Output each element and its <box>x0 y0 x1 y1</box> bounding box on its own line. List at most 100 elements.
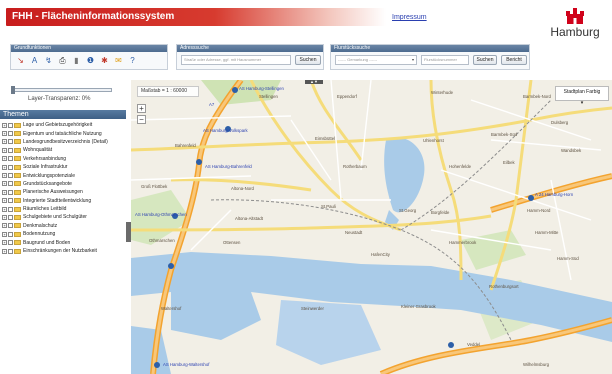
expand-icon[interactable]: + <box>2 181 7 187</box>
basemap-selector-label: Stadtplan Farbig <box>563 89 601 95</box>
folder-icon <box>14 248 21 254</box>
expand-icon[interactable]: + <box>2 189 7 195</box>
flurstueck-number-input[interactable]: Flurstücksnummer <box>421 55 469 65</box>
expand-icon[interactable]: + <box>2 214 7 220</box>
marker-pin-icon[interactable]: ✱ <box>99 55 110 66</box>
address-search-button[interactable]: Suchen <box>295 55 321 65</box>
expand-icon[interactable]: + <box>2 164 7 170</box>
transparency-slider-handle[interactable] <box>11 86 15 94</box>
layer-checkbox[interactable] <box>8 156 13 162</box>
expand-icon[interactable]: + <box>2 231 7 237</box>
expand-icon[interactable]: + <box>2 173 7 179</box>
layer-checkbox[interactable] <box>8 131 13 137</box>
layer-tree-item[interactable]: + Soziale Infrastruktur <box>2 163 124 171</box>
expand-icon[interactable]: + <box>2 198 7 204</box>
layer-tree-item[interactable]: + Bodennutzung <box>2 230 124 238</box>
hamburg-logo[interactable]: Hamburg <box>542 8 608 48</box>
measure-line-icon[interactable]: ↘ <box>15 55 26 66</box>
folder-icon <box>14 122 21 128</box>
map-label: Kleiner Grasbrook <box>401 304 436 309</box>
mail-icon[interactable]: ✉ <box>113 55 124 66</box>
layer-label: Landesgrundbesitzverzeichnis (Detail) <box>23 138 108 145</box>
folder-icon <box>14 231 21 237</box>
layer-tree-item[interactable]: + Lage und Gebietszugehörigkeit <box>2 121 124 129</box>
layer-checkbox[interactable] <box>8 223 13 229</box>
layer-label: Eigentum und tatsächliche Nutzung <box>23 130 102 137</box>
layer-checkbox[interactable] <box>8 173 13 179</box>
layer-checkbox[interactable] <box>8 147 13 153</box>
expand-icon[interactable]: + <box>2 131 7 137</box>
zoom-out-button[interactable]: − <box>137 115 146 124</box>
gemarkung-select[interactable]: ------ Gemarkung ------ ▾ <box>335 55 417 65</box>
map-label: Hammerbrook <box>449 240 477 245</box>
basemap-selector[interactable]: Stadtplan Farbig ▾ <box>555 86 609 106</box>
folder-icon <box>14 214 21 220</box>
layer-checkbox[interactable] <box>8 198 13 204</box>
road-label: AS Hamburg-Volkspark <box>203 128 248 133</box>
expand-icon[interactable]: + <box>2 147 7 153</box>
folder-icon <box>14 173 21 179</box>
expand-icon[interactable]: + <box>2 156 7 162</box>
layer-checkbox[interactable] <box>8 231 13 237</box>
layer-label: Lage und Gebietszugehörigkeit <box>23 122 93 129</box>
map-view[interactable]: ▲▼ Maßstab = 1 : 60000 + − Stadtplan Far… <box>131 80 612 374</box>
layer-tree-item[interactable]: + Grundstücksangebote <box>2 180 124 188</box>
layer-tree-item[interactable]: + Schulgebiete und Schulgüter <box>2 213 124 221</box>
layer-tree-item[interactable]: + Eigentum und tatsächliche Nutzung <box>2 129 124 137</box>
layer-tree-item[interactable]: + Verkehrsanbindung <box>2 155 124 163</box>
layer-label: Schulgebiete und Schulgüter <box>23 214 87 221</box>
layer-tree-item[interactable]: + Entwicklungspotenziale <box>2 171 124 179</box>
layer-tree-item[interactable]: + Denkmalschutz <box>2 222 124 230</box>
layer-label: Integrierte Stadtteilentwicklung <box>23 197 92 204</box>
freehand-draw-icon[interactable]: ↯ <box>43 55 54 66</box>
map-top-toggle[interactable]: ▲▼ <box>305 80 323 84</box>
adresssuche-panel: Adresssuche Straße oder Adresse, ggf. mi… <box>176 44 324 70</box>
map-label: HafenCity <box>371 252 390 257</box>
folder-icon <box>14 206 21 212</box>
address-search-input[interactable]: Straße oder Adresse, ggf. mit Hausnummer <box>181 55 291 65</box>
flurstueckssuche-title: Flurstückssuche <box>331 45 529 52</box>
info-icon[interactable]: ❶ <box>85 55 96 66</box>
layer-tree-item[interactable]: + Planerische Ausweisungen <box>2 188 124 196</box>
layer-label: Soziale Infrastruktur <box>23 164 68 171</box>
layer-checkbox[interactable] <box>8 122 13 128</box>
layer-checkbox[interactable] <box>8 214 13 220</box>
zoom-in-button[interactable]: + <box>137 104 146 113</box>
expand-icon[interactable]: + <box>2 139 7 145</box>
help-icon[interactable]: ? <box>127 55 138 66</box>
ruler-icon[interactable]: ▮ <box>71 55 82 66</box>
road-label: AS Hamburg-Bahrenfeld <box>205 164 252 169</box>
map-label: Hamm-Nord <box>527 208 551 213</box>
expand-icon[interactable]: + <box>2 248 7 254</box>
impressum-link[interactable]: Impressum <box>392 14 427 21</box>
layer-checkbox[interactable] <box>8 164 13 170</box>
text-annotation-icon[interactable]: A <box>29 55 40 66</box>
expand-icon[interactable]: + <box>2 240 7 246</box>
layer-checkbox[interactable] <box>8 181 13 187</box>
expand-icon[interactable]: + <box>2 122 7 128</box>
layer-tree-item[interactable]: + Wohnqualität <box>2 146 124 154</box>
layer-tree-item[interactable]: + Landesgrundbesitzverzeichnis (Detail) <box>2 138 124 146</box>
layer-checkbox[interactable] <box>8 248 13 254</box>
folder-icon <box>14 147 21 153</box>
layer-checkbox[interactable] <box>8 189 13 195</box>
tool-row: ↘ A ↯ ⎙ ▮ ❶ ✱ ✉? <box>11 52 167 69</box>
expand-icon[interactable]: + <box>2 223 7 229</box>
layer-checkbox[interactable] <box>8 139 13 145</box>
layer-checkbox[interactable] <box>8 206 13 212</box>
layer-checkbox[interactable] <box>8 240 13 246</box>
app-header: FHH - Flächeninformationssystem Impressu… <box>0 0 612 44</box>
print-icon[interactable]: ⎙ <box>57 55 68 66</box>
expand-icon[interactable]: + <box>2 206 7 212</box>
layer-tree-item[interactable]: + Einschränkungen der Nutzbarkeit <box>2 247 124 255</box>
map-label: Borgfelde <box>431 210 450 215</box>
layer-tree-item[interactable]: + Räumliches Leitbild <box>2 205 124 213</box>
transparency-slider[interactable] <box>12 88 112 92</box>
map-label: Uhlenhorst <box>423 138 444 143</box>
layer-tree-item[interactable]: + Baugrund und Boden <box>2 238 124 246</box>
report-button[interactable]: Bericht <box>501 55 527 65</box>
map-label: Altona-Nord <box>231 186 254 191</box>
layer-tree-item[interactable]: + Integrierte Stadtteilentwicklung <box>2 197 124 205</box>
harbour-basin <box>171 292 261 340</box>
flurstueck-search-button[interactable]: Suchen <box>473 55 497 65</box>
